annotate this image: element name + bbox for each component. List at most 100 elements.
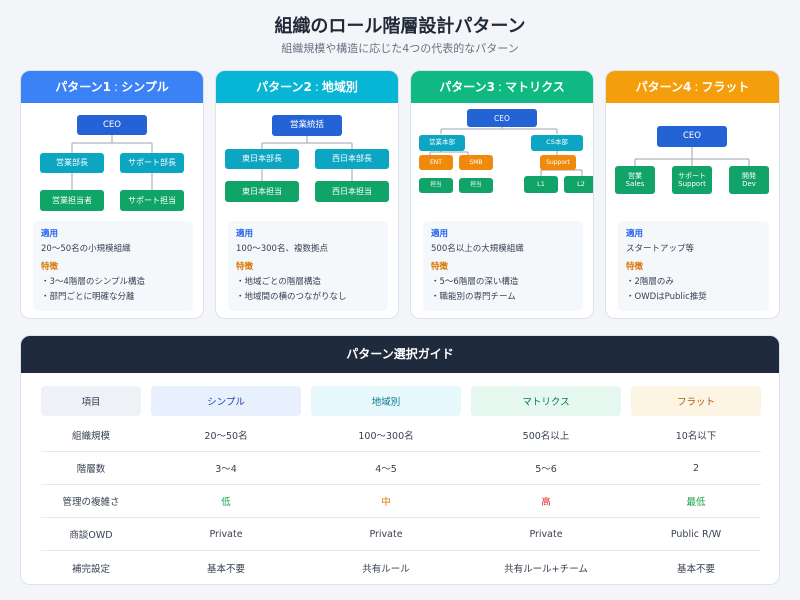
org-diagram: CEO 営業本部 CS本部 ENT SMB Support 担当 担当 L1 L… [411, 103, 593, 215]
node-label-en: Sales [625, 180, 645, 188]
pattern-card-simple: パターン1: シンプル CEO 営業部長 サポート部長 営業担当者 サポート担当 … [20, 70, 204, 319]
node-ceo: CEO [657, 126, 727, 147]
header-simple: シンプル [151, 386, 301, 416]
feature-label: 特徴 [236, 262, 254, 272]
card-number: 3 [486, 80, 496, 94]
card-prefix: パターン [55, 80, 103, 94]
node-sales-manager: 営業部長 [40, 153, 104, 173]
selection-guide: パターン選択ガイド 項目 シンプル 地域別 マトリクス フラット 組織規模 20… [20, 335, 780, 585]
apply-label: 適用 [236, 229, 254, 239]
org-diagram: 営業統括 東日本部長 西日本部長 東日本担当 西日本担当 [216, 103, 398, 215]
card-prefix: パターン [635, 80, 683, 94]
pattern-card-regional: パターン2: 地域別 営業統括 東日本部長 西日本部長 東日本担当 西日本担当 適… [215, 70, 399, 319]
org-diagram: CEO 営業 Sales サポート Support 開発 Dev [606, 103, 779, 215]
node-l2: L2 [564, 176, 593, 193]
org-diagram: CEO 営業部長 サポート部長 営業担当者 サポート担当 [21, 103, 203, 215]
pattern-info: 適用 500名以上の大規模組織 特徴 ・5〜6階層の深い構造 ・職能別の専門チー… [423, 221, 583, 311]
card-header: パターン4: フラット [606, 71, 779, 103]
table-cell: Public R/W [670, 528, 722, 540]
row-label: 管理の複雑さ [62, 497, 120, 508]
row-label: 補完設定 [71, 563, 110, 575]
feature-item: ・3〜4階層のシンプル構造 [41, 277, 146, 287]
feature-label: 特徴 [41, 262, 59, 272]
table-cell: 基本不要 [206, 563, 245, 575]
node-support-manager: サポート部長 [120, 153, 184, 173]
pattern-info: 適用 100〜300名、複数拠点 特徴 ・地域ごとの階層構造 ・地域間の横のつな… [228, 221, 388, 311]
pattern-card-matrix: パターン3: マトリクス CEO 営業本部 CS本部 ENT SMB Suppor… [410, 70, 594, 319]
node-sales: 営業 Sales [615, 166, 655, 194]
apply-text: 20〜50名の小規模組織 [41, 244, 131, 254]
table-cell: 2 [692, 462, 700, 474]
node-support-rep: サポート担当 [120, 190, 184, 211]
pattern-info: 適用 20〜50名の小規模組織 特徴 ・3〜4階層のシンプル構造 ・部門ごとに明… [33, 221, 193, 311]
feature-label: 特徴 [431, 262, 449, 272]
apply-text: 100〜300名、複数拠点 [236, 244, 328, 254]
node-label-ja: サポート [678, 171, 706, 180]
complexity-cell: 最低 [686, 497, 706, 508]
table-row: 補完設定 基本不要 共有ルール 共有ルール+チーム 基本不要 [41, 551, 761, 584]
header-flat: フラット [631, 386, 761, 416]
table-cell: 10名以下 [675, 431, 717, 442]
node-support-team: Support [540, 155, 576, 170]
table-cell: 500名以上 [522, 431, 570, 442]
node-label-en: Dev [742, 180, 756, 188]
card-separator: : [694, 80, 699, 94]
card-name: マトリクス [505, 80, 565, 94]
node-support: サポート Support [672, 166, 712, 194]
table-cell: Private [369, 528, 403, 540]
node-ceo: CEO [77, 115, 147, 135]
node-east-rep: 東日本担当 [225, 181, 299, 202]
table-cell: 5〜6 [535, 464, 557, 475]
complexity-cell: 高 [541, 497, 551, 508]
apply-label: 適用 [626, 229, 644, 239]
apply-label: 適用 [431, 229, 449, 239]
guide-title: パターン選択ガイド [21, 336, 779, 373]
card-separator: : [114, 80, 119, 94]
apply-text: 500名以上の大規模組織 [431, 244, 524, 254]
feature-item: ・部門ごとに明確な分離 [41, 292, 135, 302]
table-cell: 共有ルール [362, 563, 410, 575]
feature-item: ・2階層のみ [626, 277, 674, 287]
row-label: 組織規模 [71, 431, 110, 442]
card-number: 2 [303, 80, 312, 94]
table-cell: 基本不要 [676, 563, 715, 575]
node-dev: 開発 Dev [729, 166, 769, 194]
table-cell: 共有ルール+チーム [504, 563, 588, 575]
table-cell: Private [209, 528, 243, 540]
card-name: フラット [701, 80, 750, 94]
node-sales-rep: 営業担当者 [40, 190, 104, 211]
header-regional: 地域別 [311, 386, 461, 416]
header-item: 項目 [41, 386, 141, 416]
complexity-cell: 低 [221, 497, 231, 508]
node-ent-rep: 担当 [419, 178, 453, 193]
pattern-info: 適用 スタートアップ等 特徴 ・2階層のみ ・OWDはPublic推奨 [618, 221, 769, 311]
complexity-cell: 中 [381, 497, 391, 508]
table-cell: 4〜5 [375, 464, 397, 475]
node-label-ja: 開発 [742, 171, 756, 180]
connector-lines [634, 147, 750, 166]
table-row: 商談OWD Private Private Private Public R/W [41, 518, 761, 551]
feature-label: 特徴 [626, 262, 644, 272]
header-matrix: マトリクス [471, 386, 621, 416]
card-separator: : [498, 80, 503, 94]
node-smb-team: SMB [459, 155, 493, 170]
node-sales-head: 営業統括 [272, 115, 342, 136]
card-prefix: パターン [439, 80, 487, 94]
node-label: CEO [683, 131, 701, 142]
feature-item: ・職能別の専門チーム [431, 292, 516, 302]
node-cs-division: CS本部 [531, 135, 583, 151]
node-ent-team: ENT [419, 155, 453, 170]
table-cell: Private [529, 528, 563, 540]
feature-item: ・5〜6階層の深い構造 [431, 277, 519, 287]
feature-item: ・OWDはPublic推奨 [626, 292, 707, 302]
apply-label: 適用 [41, 229, 59, 239]
card-name: シンプル [121, 80, 169, 94]
feature-item: ・地域ごとの階層構造 [236, 277, 321, 287]
node-label-en: Support [678, 180, 706, 188]
node-l1: L1 [524, 176, 558, 193]
card-number: 1 [102, 80, 112, 94]
guide-table: 項目 シンプル 地域別 マトリクス フラット 組織規模 20〜50名 100〜3… [41, 386, 761, 584]
table-row: 組織規模 20〜50名 100〜300名 500名以上 10名以下 [41, 419, 761, 452]
node-smb-rep: 担当 [459, 178, 493, 193]
card-header: パターン1: シンプル [21, 71, 203, 103]
